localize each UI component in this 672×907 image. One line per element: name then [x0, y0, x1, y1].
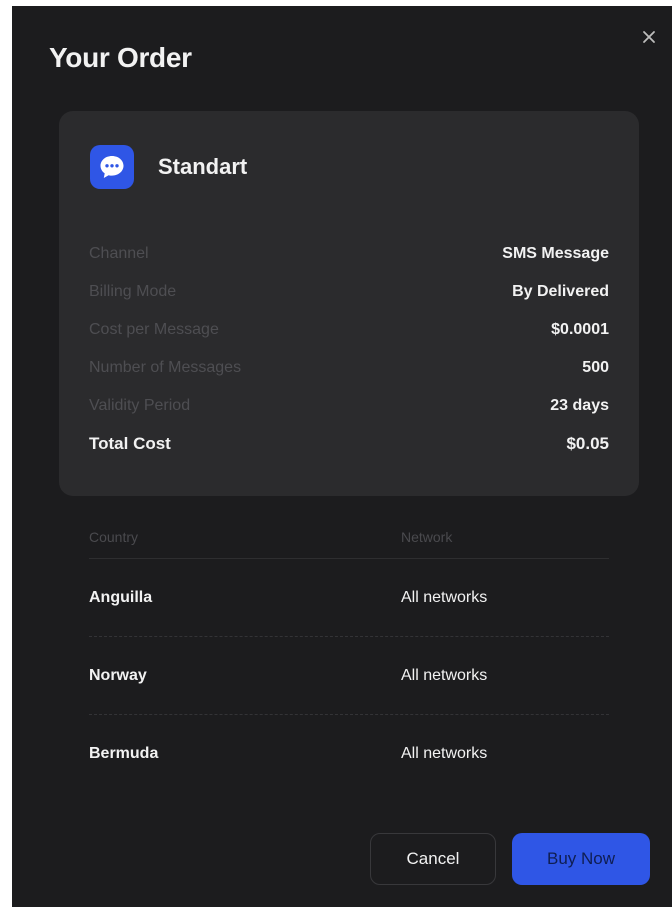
close-button[interactable] [638, 26, 660, 48]
network-cell: All networks [401, 744, 488, 762]
order-modal: Your Order Standart Channel SMS Message … [12, 6, 672, 907]
table-row: Anguilla All networks [89, 559, 609, 637]
country-cell: Bermuda [89, 744, 159, 762]
buy-now-button[interactable]: Buy Now [512, 833, 650, 885]
detail-value: By Delivered [512, 283, 609, 300]
country-cell: Norway [89, 666, 147, 684]
table-row: Norway All networks [89, 637, 609, 715]
detail-value: 500 [582, 359, 609, 376]
detail-row-number-of-messages: Number of Messages 500 [89, 349, 609, 387]
detail-label: Cost per Message [89, 321, 219, 338]
plan-header: Standart [90, 145, 247, 189]
network-cell: All networks [401, 666, 488, 684]
detail-label: Number of Messages [89, 359, 242, 376]
column-header-network: Network [401, 529, 453, 545]
country-cell: Anguilla [89, 588, 153, 606]
detail-row-cost-per-message: Cost per Message $0.0001 [89, 311, 609, 349]
detail-value: 23 days [550, 397, 609, 414]
table-row: Bermuda All networks [89, 715, 609, 792]
cancel-button[interactable]: Cancel [370, 833, 496, 885]
plan-name: Standart [158, 154, 248, 179]
total-cost-row: Total Cost $0.05 [89, 434, 609, 454]
order-summary-card: Standart Channel SMS Message Billing Mod… [59, 111, 639, 496]
detail-label: Channel [89, 245, 149, 262]
column-header-country: Country [89, 529, 139, 545]
detail-value: SMS Message [502, 245, 609, 262]
detail-row-channel: Channel SMS Message [89, 235, 609, 273]
table-header: Country Network [89, 516, 609, 559]
detail-row-validity-period: Validity Period 23 days [89, 387, 609, 425]
total-cost-value: $0.05 [566, 434, 609, 453]
network-cell: All networks [401, 588, 488, 606]
detail-label: Validity Period [89, 397, 191, 414]
detail-row-billing-mode: Billing Mode By Delivered [89, 273, 609, 311]
country-network-table: Country Network Anguilla All networks No… [89, 516, 609, 792]
order-details: Channel SMS Message Billing Mode By Deli… [89, 235, 609, 425]
detail-value: $0.0001 [551, 321, 609, 338]
modal-title: Your Order [49, 42, 192, 73]
total-cost-label: Total Cost [89, 434, 171, 453]
detail-label: Billing Mode [89, 283, 177, 300]
chat-bubble-icon [90, 145, 134, 189]
close-icon [643, 31, 655, 43]
